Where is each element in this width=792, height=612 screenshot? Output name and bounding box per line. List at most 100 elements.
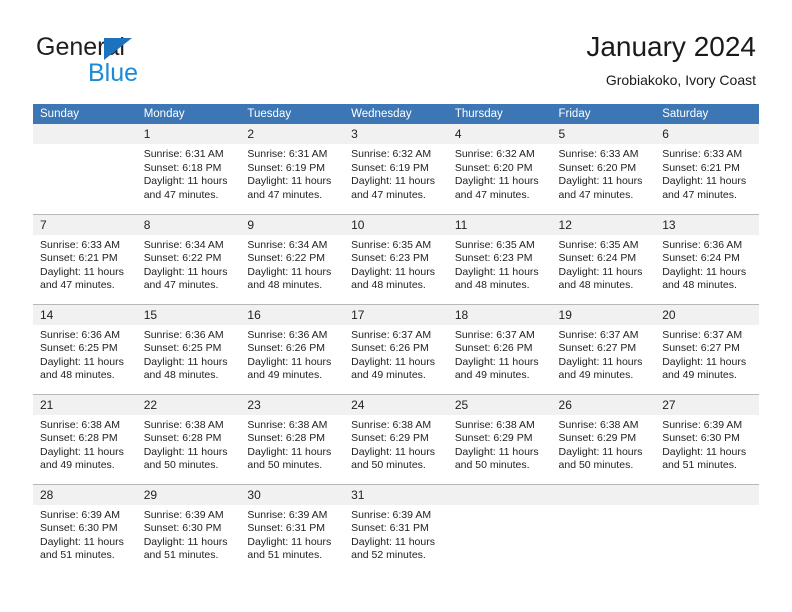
day-number: 25	[447, 394, 552, 415]
daylight-text-line1: Daylight: 11 hours	[558, 355, 643, 368]
sunset-text: Sunset: 6:22 PM	[247, 252, 326, 265]
sunset-text: Sunset: 6:18 PM	[143, 161, 222, 174]
daylight-text-line1: Daylight: 11 hours	[143, 265, 228, 278]
day-sun-info	[655, 505, 759, 509]
calendar-day-cell[interactable]: 3 Sunrise: 6:32 AM Sunset: 6:19 PM Daylight…	[344, 124, 448, 214]
calendar-day-cell[interactable]: 20 Sunrise: 6:37 AM Sunset: 6:27 PM Dayligh…	[655, 303, 759, 394]
calendar-day-cell[interactable]: 31 Sunrise: 6:39 AM Sunset: 6:31 PM Dayligh…	[344, 483, 448, 574]
day-sun-info: Sunrise: 6:33 AM Sunset: 6:21 PM Daylight:…	[655, 144, 759, 202]
calendar-day-cell[interactable]: 1 Sunrise: 6:31 AM Sunset: 6:18 PM Daylight…	[136, 124, 241, 214]
daylight-text-line2: and 47 minutes.	[454, 188, 530, 201]
sunset-text: Sunset: 6:28 PM	[247, 432, 326, 445]
daylight-text-line2: and 48 minutes.	[247, 279, 323, 292]
calendar-day-cell[interactable]: 24 Sunrise: 6:38 AM Sunset: 6:29 PM Dayligh…	[344, 393, 448, 484]
sunset-text: Sunset: 6:19 PM	[351, 161, 429, 174]
day-sun-info: Sunrise: 6:38 AM Sunset: 6:29 PM Daylight:…	[552, 415, 656, 473]
day-number: 1	[136, 124, 241, 144]
day-number: 21	[33, 394, 137, 415]
sunset-text: Sunset: 6:23 PM	[454, 252, 533, 265]
day-number: 8	[136, 214, 241, 235]
daylight-text-line1: Daylight: 11 hours	[454, 355, 539, 368]
calendar-grid: Sunday Monday Tuesday Wednesday Thursday…	[33, 104, 759, 574]
calendar-day-cell[interactable]: 19 Sunrise: 6:37 AM Sunset: 6:27 PM Dayligh…	[551, 303, 656, 394]
calendar-day-cell[interactable]: 23 Sunrise: 6:38 AM Sunset: 6:28 PM Dayligh…	[240, 393, 345, 484]
day-sun-info: Sunrise: 6:39 AM Sunset: 6:31 PM Daylight:…	[344, 505, 448, 563]
calendar-day-cell[interactable]: 17 Sunrise: 6:37 AM Sunset: 6:26 PM Dayligh…	[344, 303, 448, 394]
daylight-text-line2: and 50 minutes.	[351, 459, 426, 472]
day-sun-info: Sunrise: 6:37 AM Sunset: 6:27 PM Daylight:…	[655, 325, 759, 383]
calendar-day-cell[interactable]: 30 Sunrise: 6:39 AM Sunset: 6:31 PM Dayligh…	[240, 483, 345, 574]
day-sun-info: Sunrise: 6:32 AM Sunset: 6:19 PM Daylight:…	[344, 144, 448, 202]
daylight-text-line1: Daylight: 11 hours	[247, 265, 332, 278]
calendar-day-cell[interactable]: 5 Sunrise: 6:33 AM Sunset: 6:20 PM Daylight…	[551, 124, 656, 214]
daylight-text-line2: and 50 minutes.	[247, 459, 323, 472]
calendar-week-row: 7 Sunrise: 6:33 AM Sunset: 6:21 PM Daylight…	[33, 213, 759, 304]
daylight-text-line2: and 50 minutes.	[143, 459, 219, 472]
day-number	[447, 484, 552, 505]
sunrise-text: Sunrise: 6:36 AM	[247, 328, 328, 341]
calendar-day-cell[interactable]: 18 Sunrise: 6:37 AM Sunset: 6:26 PM Dayligh…	[447, 303, 552, 394]
sunrise-text: Sunrise: 6:38 AM	[558, 418, 639, 431]
day-number: 11	[447, 214, 552, 235]
calendar-cell-empty	[33, 124, 137, 214]
daylight-text-line2: and 48 minutes.	[454, 279, 530, 292]
calendar-body: 1 Sunrise: 6:31 AM Sunset: 6:18 PM Daylight…	[33, 124, 759, 574]
calendar-day-cell[interactable]: 13 Sunrise: 6:36 AM Sunset: 6:24 PM Dayligh…	[655, 213, 759, 304]
day-sun-info: Sunrise: 6:38 AM Sunset: 6:29 PM Daylight:…	[448, 415, 552, 473]
page-header: General Blue January 2024 Grobiakoko, Iv…	[0, 0, 792, 100]
calendar-day-cell[interactable]: 22 Sunrise: 6:38 AM Sunset: 6:28 PM Dayligh…	[136, 393, 241, 484]
sunset-text: Sunset: 6:30 PM	[40, 522, 118, 535]
day-number: 15	[136, 304, 241, 325]
calendar-day-cell[interactable]: 2 Sunrise: 6:31 AM Sunset: 6:19 PM Daylight…	[240, 124, 345, 214]
calendar-day-cell[interactable]: 27 Sunrise: 6:39 AM Sunset: 6:30 PM Dayligh…	[655, 393, 759, 484]
sunset-text: Sunset: 6:27 PM	[558, 342, 637, 355]
day-sun-info: Sunrise: 6:38 AM Sunset: 6:28 PM Daylight:…	[240, 415, 344, 473]
daylight-text-line1: Daylight: 11 hours	[40, 445, 124, 458]
general-blue-logo[interactable]: General Blue	[36, 33, 216, 89]
calendar-day-cell[interactable]: 25 Sunrise: 6:38 AM Sunset: 6:29 PM Dayligh…	[447, 393, 552, 484]
calendar-day-cell[interactable]: 28 Sunrise: 6:39 AM Sunset: 6:30 PM Dayligh…	[33, 483, 137, 574]
page-subtitle: Grobiakoko, Ivory Coast	[605, 72, 756, 88]
sunrise-text: Sunrise: 6:39 AM	[247, 508, 328, 521]
sunrise-text: Sunrise: 6:32 AM	[454, 148, 535, 160]
daylight-text-line1: Daylight: 11 hours	[662, 175, 747, 188]
day-number: 10	[344, 214, 448, 235]
calendar-cell-empty	[551, 483, 656, 574]
calendar-day-cell[interactable]: 21 Sunrise: 6:38 AM Sunset: 6:28 PM Dayligh…	[33, 393, 137, 484]
day-sun-info: Sunrise: 6:39 AM Sunset: 6:31 PM Daylight:…	[240, 505, 344, 563]
calendar-day-cell[interactable]: 9 Sunrise: 6:34 AM Sunset: 6:22 PM Daylight…	[240, 213, 345, 304]
daylight-text-line2: and 49 minutes.	[662, 369, 737, 382]
daylight-text-line1: Daylight: 11 hours	[40, 265, 124, 278]
day-sun-info: Sunrise: 6:35 AM Sunset: 6:24 PM Daylight:…	[552, 235, 656, 293]
day-number: 19	[551, 304, 656, 325]
daylight-text-line1: Daylight: 11 hours	[143, 175, 228, 188]
calendar-day-cell[interactable]: 7 Sunrise: 6:33 AM Sunset: 6:21 PM Daylight…	[33, 213, 137, 304]
daylight-text-line1: Daylight: 11 hours	[662, 355, 747, 368]
day-sun-info: Sunrise: 6:34 AM Sunset: 6:22 PM Daylight:…	[240, 235, 344, 293]
day-sun-info: Sunrise: 6:39 AM Sunset: 6:30 PM Daylight:…	[137, 505, 241, 563]
daylight-text-line1: Daylight: 11 hours	[454, 265, 539, 278]
daylight-text-line1: Daylight: 11 hours	[143, 355, 228, 368]
calendar-day-cell[interactable]: 10 Sunrise: 6:35 AM Sunset: 6:23 PM Dayligh…	[344, 213, 448, 304]
weekday-header-friday: Friday	[551, 104, 656, 124]
daylight-text-line2: and 47 minutes.	[143, 279, 219, 292]
daylight-text-line2: and 47 minutes.	[247, 188, 323, 201]
sunset-text: Sunset: 6:19 PM	[247, 161, 326, 174]
calendar-day-cell[interactable]: 11 Sunrise: 6:35 AM Sunset: 6:23 PM Dayligh…	[447, 213, 552, 304]
sunrise-text: Sunrise: 6:36 AM	[40, 328, 120, 341]
calendar-day-cell[interactable]: 29 Sunrise: 6:39 AM Sunset: 6:30 PM Dayligh…	[136, 483, 241, 574]
calendar-week-row: 14 Sunrise: 6:36 AM Sunset: 6:25 PM Dayligh…	[33, 303, 759, 394]
calendar-day-cell[interactable]: 8 Sunrise: 6:34 AM Sunset: 6:22 PM Daylight…	[136, 213, 241, 304]
title-block: January 2024 Grobiakoko, Ivory Coast	[586, 30, 756, 90]
daylight-text-line1: Daylight: 11 hours	[558, 265, 643, 278]
calendar-day-cell[interactable]: 16 Sunrise: 6:36 AM Sunset: 6:26 PM Dayligh…	[240, 303, 345, 394]
day-sun-info: Sunrise: 6:36 AM Sunset: 6:24 PM Daylight:…	[655, 235, 759, 293]
calendar-day-cell[interactable]: 4 Sunrise: 6:32 AM Sunset: 6:20 PM Daylight…	[447, 124, 552, 214]
calendar-day-cell[interactable]: 12 Sunrise: 6:35 AM Sunset: 6:24 PM Dayligh…	[551, 213, 656, 304]
calendar-day-cell[interactable]: 26 Sunrise: 6:38 AM Sunset: 6:29 PM Dayligh…	[551, 393, 656, 484]
weekday-header-wednesday: Wednesday	[344, 104, 448, 124]
calendar-day-cell[interactable]: 15 Sunrise: 6:36 AM Sunset: 6:25 PM Dayligh…	[136, 303, 241, 394]
calendar-day-cell[interactable]: 6 Sunrise: 6:33 AM Sunset: 6:21 PM Daylight…	[655, 124, 759, 214]
calendar-day-cell[interactable]: 14 Sunrise: 6:36 AM Sunset: 6:25 PM Dayligh…	[33, 303, 137, 394]
day-number: 31	[344, 484, 448, 505]
